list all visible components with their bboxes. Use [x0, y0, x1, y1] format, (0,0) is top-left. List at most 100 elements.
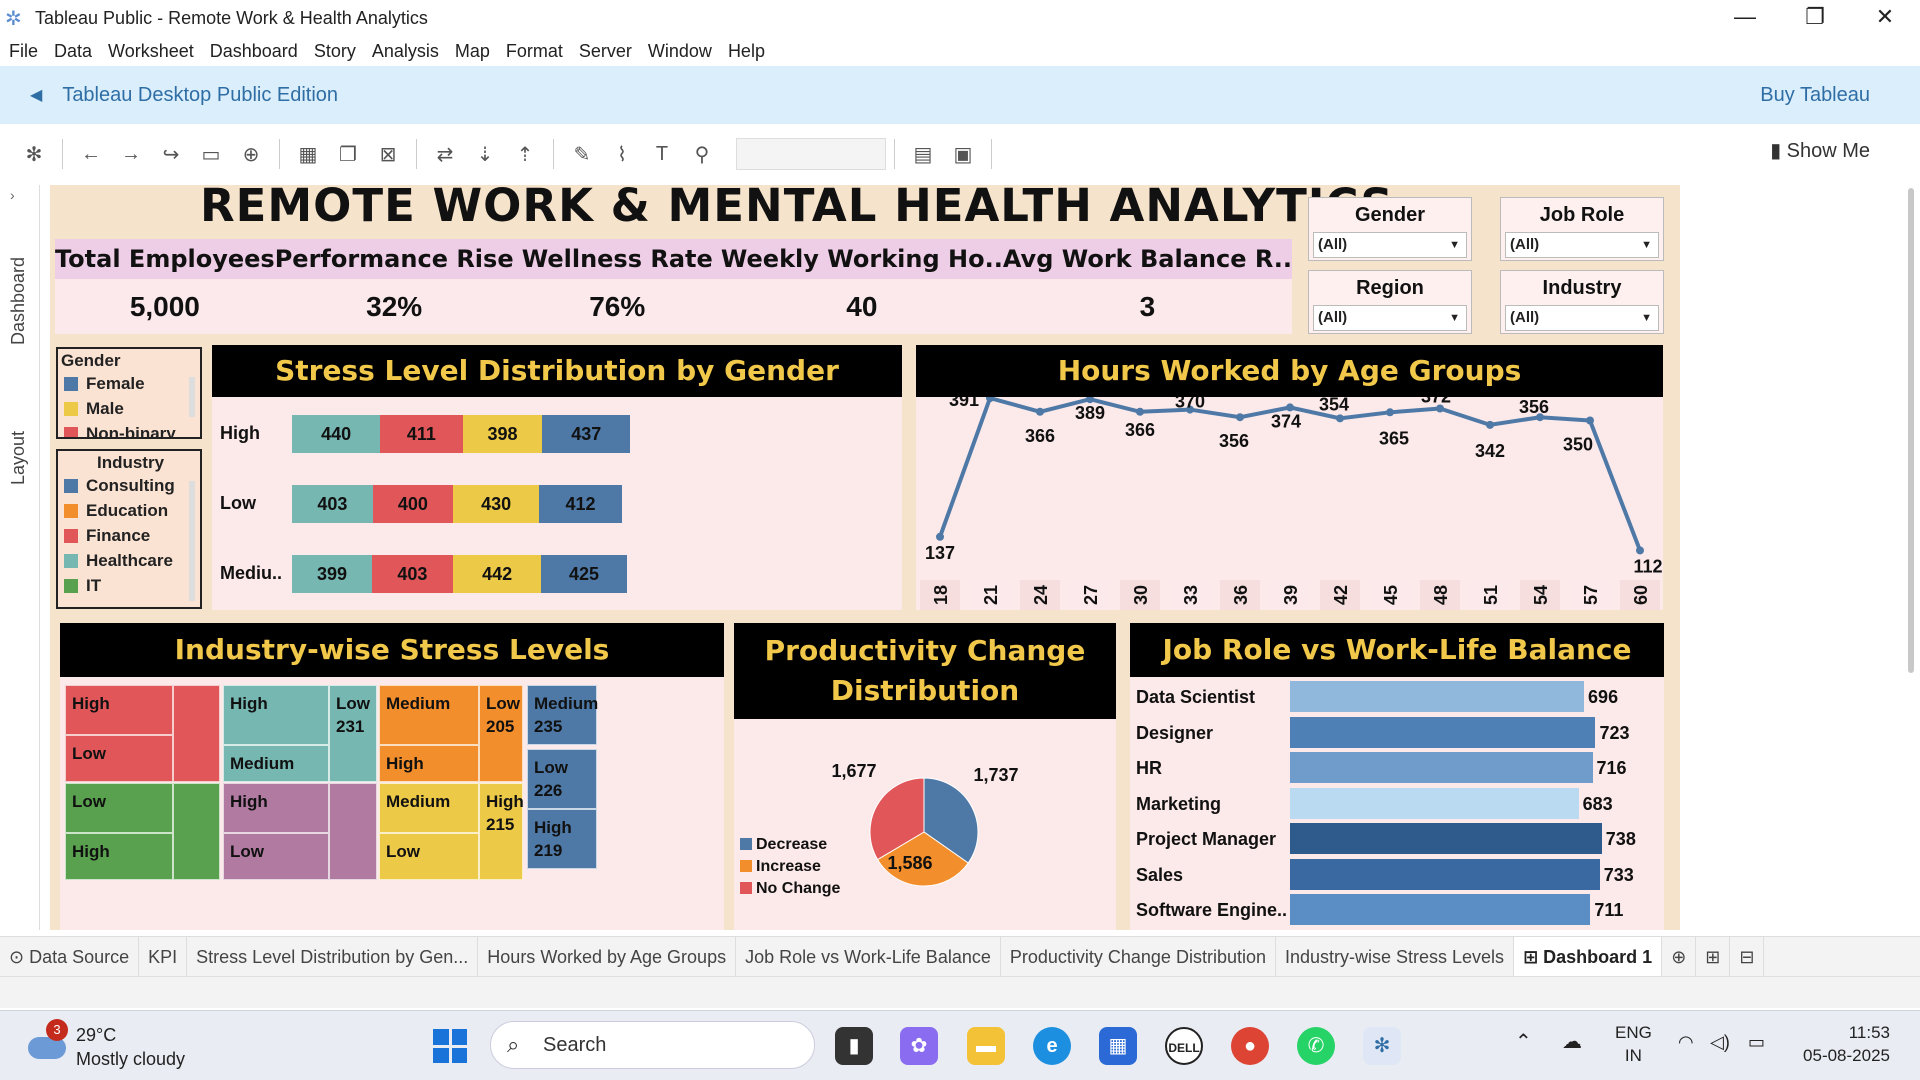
- line-point[interactable]: [1236, 413, 1244, 422]
- legend-scrollbar[interactable]: [189, 377, 195, 417]
- job-role-bar[interactable]: [1290, 752, 1593, 783]
- show-me-button[interactable]: ▮ Show Me: [1770, 138, 1870, 163]
- menu-worksheet[interactable]: Worksheet: [108, 41, 194, 62]
- treemap-cell[interactable]: Medium: [223, 745, 329, 782]
- bar-segment[interactable]: 442: [452, 555, 542, 593]
- vertical-scrollbar[interactable]: [1908, 188, 1914, 673]
- job-role-bar[interactable]: [1290, 858, 1600, 890]
- treemap-cell[interactable]: High: [223, 783, 329, 833]
- pie-legend-label[interactable]: Decrease: [756, 836, 827, 853]
- line-point[interactable]: [1486, 420, 1494, 429]
- tableau-logo-icon[interactable]: ✻: [14, 142, 54, 167]
- tab-hours-age[interactable]: Hours Worked by Age Groups: [478, 936, 737, 977]
- industry-select[interactable]: (All) ▼: [1505, 305, 1659, 331]
- fit-dropdown[interactable]: [736, 138, 886, 170]
- treemap-cell[interactable]: Low: [65, 735, 173, 782]
- treemap-cell[interactable]: High: [223, 685, 329, 745]
- gender-select[interactable]: (All) ▼: [1313, 232, 1467, 258]
- tab-data-source[interactable]: ⊙ Data Source: [0, 936, 140, 977]
- legend-item[interactable]: Female: [58, 371, 200, 396]
- pie-legend-label[interactable]: No Change: [756, 880, 841, 897]
- treemap-cell[interactable]: High: [379, 745, 479, 782]
- show-cards-icon[interactable]: ▤: [903, 142, 943, 167]
- highlight-icon[interactable]: ✎: [562, 142, 602, 167]
- close-button[interactable]: ✕: [1850, 0, 1920, 36]
- treemap-cell[interactable]: [173, 685, 220, 782]
- treemap-cell[interactable]: [329, 783, 377, 880]
- treemap-cell[interactable]: High 219: [527, 809, 597, 869]
- battery-icon[interactable]: ▭: [1748, 1031, 1765, 1054]
- clear-sheet-icon[interactable]: ⊠: [368, 142, 408, 167]
- bar-segment[interactable]: 399: [292, 555, 372, 593]
- new-worksheet-icon[interactable]: ▦: [288, 142, 328, 167]
- edge-icon[interactable]: e: [1033, 1027, 1071, 1065]
- line-point[interactable]: [1636, 546, 1644, 555]
- treemap-cell[interactable]: High: [65, 685, 173, 735]
- menu-help[interactable]: Help: [728, 41, 765, 62]
- onedrive-icon[interactable]: ☁: [1562, 1031, 1582, 1054]
- language-indicator[interactable]: ENG IN: [1615, 1021, 1652, 1067]
- menu-file[interactable]: File: [9, 41, 38, 62]
- bar-segment[interactable]: 411: [380, 415, 463, 453]
- sort-ascending-icon[interactable]: ⇣: [465, 142, 505, 167]
- line-point[interactable]: [936, 532, 944, 541]
- chrome-icon[interactable]: ●: [1231, 1027, 1269, 1065]
- legend-item[interactable]: Consulting: [58, 473, 200, 498]
- line-point[interactable]: [1336, 414, 1344, 423]
- line-point[interactable]: [1586, 416, 1594, 425]
- new-dashboard-tab-icon[interactable]: ⊞: [1696, 936, 1731, 977]
- whatsapp-icon[interactable]: ✆: [1297, 1027, 1335, 1065]
- duplicate-icon[interactable]: ❐: [328, 142, 368, 167]
- back-icon[interactable]: ←: [71, 143, 111, 166]
- treemap-cell[interactable]: [173, 783, 220, 880]
- forward-icon[interactable]: →: [111, 143, 151, 166]
- bar-segment[interactable]: 437: [542, 415, 631, 453]
- menu-server[interactable]: Server: [579, 41, 632, 62]
- treemap-cell[interactable]: High 215: [479, 783, 524, 880]
- treemap-cell[interactable]: Low: [379, 833, 479, 880]
- legend-item[interactable]: Healthcare: [58, 548, 200, 573]
- line-point[interactable]: [1036, 407, 1044, 416]
- menu-story[interactable]: Story: [314, 41, 356, 62]
- new-story-tab-icon[interactable]: ⊟: [1730, 936, 1765, 977]
- tab-job-role[interactable]: Job Role vs Work-Life Balance: [736, 936, 1001, 977]
- tab-stress-gender[interactable]: Stress Level Distribution by Gen...: [187, 936, 479, 977]
- line-point[interactable]: [1286, 403, 1294, 412]
- chevron-up-icon[interactable]: ⌃: [1515, 1031, 1532, 1054]
- bar-segment[interactable]: 412: [539, 485, 622, 523]
- new-worksheet-tab-icon[interactable]: ⊕: [1662, 936, 1697, 977]
- treemap-cell[interactable]: Medium: [379, 685, 479, 745]
- treemap-cell[interactable]: Low 205: [479, 685, 523, 782]
- bar-segment[interactable]: 430: [452, 485, 540, 523]
- menu-map[interactable]: Map: [455, 41, 490, 62]
- region-select[interactable]: (All) ▼: [1313, 305, 1467, 331]
- buy-tableau-link[interactable]: Buy Tableau: [1760, 84, 1870, 107]
- job-role-bar[interactable]: [1290, 894, 1591, 925]
- menu-window[interactable]: Window: [648, 41, 712, 62]
- tab-productivity[interactable]: Productivity Change Distribution: [1001, 936, 1276, 977]
- job-role-bar[interactable]: [1290, 716, 1596, 748]
- new-data-source-icon[interactable]: ⊕: [231, 142, 271, 167]
- replay-icon[interactable]: ↪: [151, 142, 191, 167]
- bar-segment[interactable]: 440: [292, 415, 381, 453]
- dell-icon[interactable]: DELL: [1165, 1027, 1203, 1065]
- copilot-icon[interactable]: ✿: [900, 1027, 938, 1065]
- job-role-bar[interactable]: [1290, 823, 1602, 854]
- treemap-cell[interactable]: Low 231: [329, 685, 377, 782]
- treemap-cell[interactable]: Low: [223, 833, 329, 880]
- menu-dashboard[interactable]: Dashboard: [210, 41, 298, 62]
- taskbar-search[interactable]: ⌕ Search: [490, 1021, 815, 1069]
- file-explorer-icon[interactable]: ▬: [967, 1027, 1005, 1065]
- sort-descending-icon[interactable]: ⇡: [505, 142, 545, 167]
- legend-item[interactable]: Education: [58, 498, 200, 523]
- tab-industry-stress[interactable]: Industry-wise Stress Levels: [1276, 936, 1515, 977]
- treemap-cell[interactable]: Low 226: [527, 749, 597, 809]
- swap-icon[interactable]: ⇄: [425, 142, 465, 167]
- windows-start-icon[interactable]: [433, 1029, 467, 1063]
- group-icon[interactable]: ⌇: [602, 142, 642, 167]
- line-point[interactable]: [1136, 407, 1144, 416]
- task-view-icon[interactable]: ▮: [835, 1027, 873, 1065]
- maximize-button[interactable]: ❐: [1780, 0, 1850, 36]
- treemap-cell[interactable]: High: [65, 833, 173, 880]
- bar-segment[interactable]: 403: [292, 485, 373, 523]
